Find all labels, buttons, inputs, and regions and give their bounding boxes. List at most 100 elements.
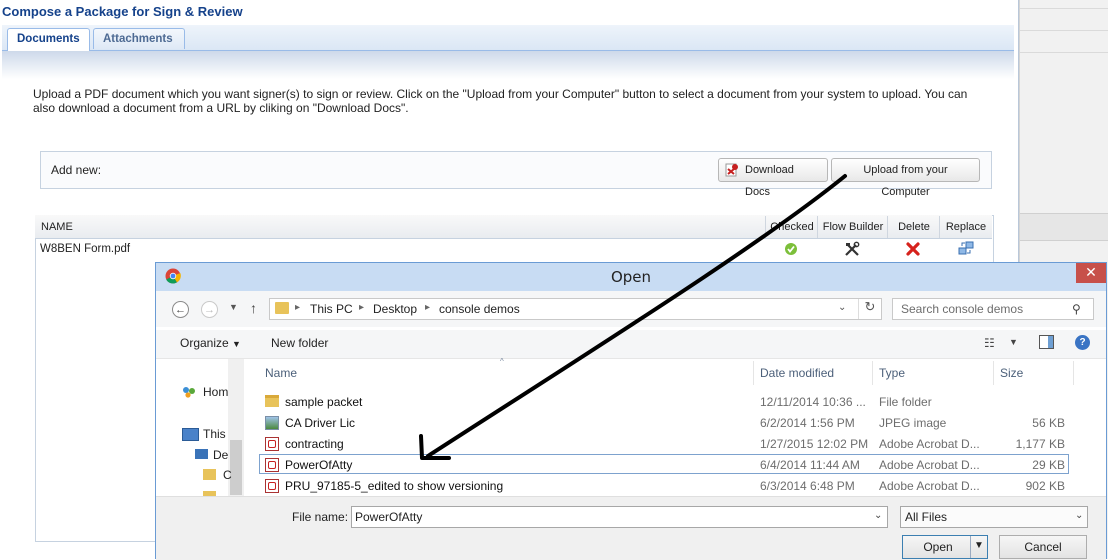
refresh-icon[interactable]: ↻	[858, 299, 881, 319]
view-dropdown-chevron-icon[interactable]: ▼	[1009, 337, 1018, 347]
chevron-down-icon: ▼	[232, 339, 241, 349]
image-icon	[265, 416, 279, 430]
download-docs-button[interactable]: Download Docs	[718, 158, 828, 198]
sort-ascending-icon: ^	[500, 357, 504, 366]
breadcrumb-console-demos[interactable]: console demos	[439, 302, 520, 316]
file-name[interactable]: sample packet	[285, 395, 362, 409]
file-name-dropdown-chevron-icon[interactable]: ⌄	[874, 510, 882, 521]
file-row-sample-packet[interactable]	[259, 391, 1069, 411]
file-size: 902 KB	[1025, 479, 1065, 493]
file-dialog-title: Open	[610, 268, 652, 286]
document-name-cell: W8BEN Form.pdf	[40, 243, 131, 255]
column-divider[interactable]	[1073, 361, 1074, 385]
file-name[interactable]: PowerOfAtty	[285, 458, 352, 472]
new-folder-button[interactable]: New folder	[271, 336, 328, 350]
pdf-icon	[265, 458, 279, 472]
file-type-chevron-down-icon[interactable]: ⌄	[1075, 510, 1083, 521]
column-divider[interactable]	[993, 361, 994, 385]
breadcrumb-separator-icon: ▸	[425, 302, 431, 313]
download-pdf-icon	[725, 163, 738, 177]
file-size: 1,177 KB	[1015, 437, 1065, 451]
search-icon[interactable]: ⚲	[1072, 302, 1081, 316]
column-header-type[interactable]: Type	[879, 366, 905, 380]
nav-item-folder[interactable]: C	[223, 468, 232, 482]
homegroup-icon	[183, 387, 195, 398]
search-placeholder: Search console demos	[901, 302, 1024, 316]
panel-header-shade	[2, 51, 1014, 79]
bg-divider	[1020, 52, 1108, 53]
address-dropdown-chevron-icon[interactable]: ⌄	[838, 302, 846, 313]
file-name-input[interactable]: PowerOfAtty	[351, 506, 888, 528]
file-size: 56 KB	[1032, 416, 1065, 430]
tab-documents[interactable]: Documents	[7, 28, 90, 51]
organize-label: Organize	[180, 336, 229, 350]
back-arrow-icon[interactable]: ←	[172, 301, 189, 318]
tab-attachments[interactable]: Attachments	[93, 28, 185, 49]
file-date-modified: 1/27/2015 12:02 PM	[760, 437, 869, 451]
computer-icon	[182, 428, 199, 441]
breadcrumb-desktop[interactable]: Desktop	[373, 302, 417, 316]
breadcrumb-separator-icon: ▸	[295, 302, 301, 313]
nav-item-homegroup[interactable]: Hom	[203, 385, 228, 399]
file-name[interactable]: contracting	[285, 437, 344, 451]
preview-pane-icon[interactable]	[1039, 335, 1054, 349]
add-new-label: Add new:	[51, 163, 102, 177]
column-header-date-modified[interactable]: Date modified	[760, 366, 834, 380]
column-divider[interactable]	[753, 361, 754, 385]
file-row-ca-driver-lic[interactable]	[259, 412, 1069, 432]
view-options-icon[interactable]: ☷	[984, 336, 995, 350]
column-header-flow-builder[interactable]: Flow Builder	[817, 216, 888, 238]
breadcrumb-this-pc[interactable]: This PC	[310, 302, 353, 316]
nav-item-desktop[interactable]: De	[213, 448, 228, 462]
column-header-name[interactable]: Name	[265, 366, 297, 380]
file-type: JPEG image	[879, 416, 947, 430]
up-arrow-icon[interactable]: ↑	[250, 300, 257, 316]
file-date-modified: 6/3/2014 6:48 PM	[760, 479, 855, 493]
bg-band	[1020, 213, 1108, 241]
column-header-name[interactable]: NAME	[36, 216, 241, 238]
intro-text: Upload a PDF document which you want sig…	[33, 87, 968, 115]
column-header-delete[interactable]: Delete	[887, 216, 940, 238]
open-label: Open	[923, 540, 953, 554]
open-button-split-divider	[970, 536, 971, 558]
column-header-checked[interactable]: Checked	[765, 216, 818, 238]
bg-divider	[1020, 30, 1108, 31]
folder-icon	[203, 469, 216, 480]
file-date-modified: 12/11/2014 10:36 ...	[760, 395, 866, 409]
file-size: 29 KB	[1032, 458, 1065, 472]
replace-icon[interactable]	[957, 240, 975, 256]
close-button[interactable]: ✕	[1076, 263, 1106, 283]
file-name-label: File name:	[292, 510, 349, 524]
file-type: Adobe Acrobat D...	[879, 479, 980, 493]
breadcrumb-separator-icon: ▸	[359, 302, 365, 313]
cancel-button[interactable]: Cancel	[999, 535, 1087, 559]
file-name[interactable]: CA Driver Lic	[285, 416, 355, 430]
file-name[interactable]: PRU_97185-5_edited to show versioning	[285, 479, 503, 493]
column-header-replace[interactable]: Replace	[939, 216, 992, 238]
chrome-icon	[165, 268, 181, 284]
file-type: Adobe Acrobat D...	[879, 437, 980, 451]
check-circle-icon[interactable]	[784, 242, 798, 256]
forward-arrow-icon[interactable]: →	[201, 301, 218, 318]
upload-from-computer-button[interactable]: Upload from your Computer	[831, 158, 980, 198]
tab-bar: Documents Attachments	[2, 25, 1014, 51]
dialog-title: Compose a Package for Sign & Review	[2, 4, 243, 19]
file-type: Adobe Acrobat D...	[879, 458, 980, 472]
file-date-modified: 6/2/2014 1:56 PM	[760, 416, 855, 430]
open-options-chevron-icon[interactable]: ▼	[974, 540, 984, 551]
column-header-size[interactable]: Size	[1000, 366, 1023, 380]
desktop-icon	[195, 449, 208, 459]
pdf-icon	[265, 437, 279, 451]
file-type: File folder	[879, 395, 932, 409]
red-x-icon[interactable]	[905, 241, 921, 257]
tools-icon[interactable]	[844, 241, 860, 257]
help-icon[interactable]: ?	[1075, 335, 1090, 350]
folder-icon	[275, 302, 289, 314]
organize-menu-button[interactable]: Organize ▼	[180, 336, 241, 350]
nav-item-this-pc[interactable]: This	[203, 427, 226, 441]
file-type-select[interactable]: All Files	[900, 506, 1088, 528]
file-list-header	[258, 361, 1075, 385]
pdf-icon	[265, 479, 279, 493]
column-divider[interactable]	[872, 361, 873, 385]
recent-locations-chevron-icon[interactable]: ▼	[229, 302, 238, 312]
